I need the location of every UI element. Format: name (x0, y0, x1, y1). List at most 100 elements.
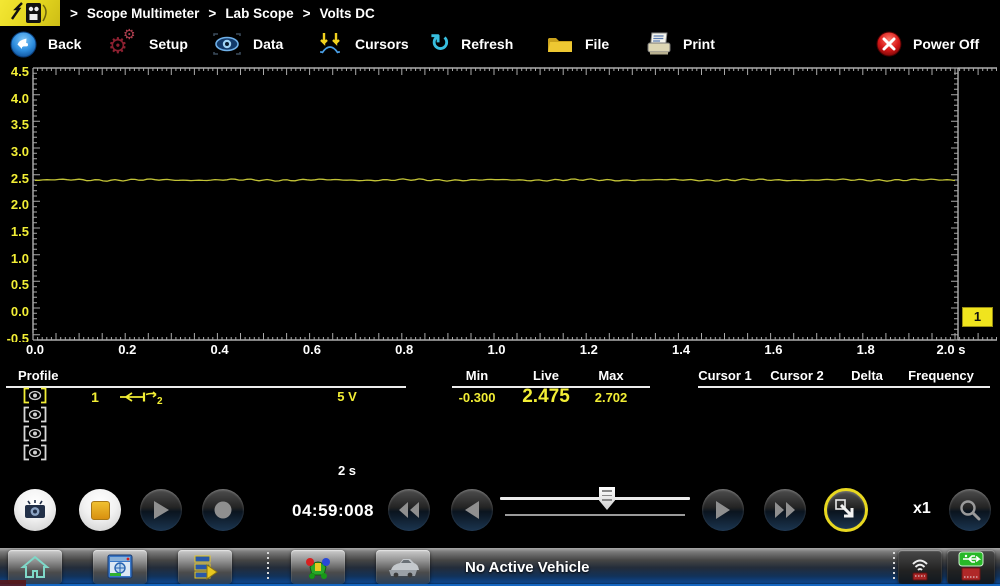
file-button[interactable]: File (546, 26, 609, 62)
camera-icon (22, 499, 48, 521)
refresh-label: Refresh (461, 36, 513, 52)
x-axis-tick-label: 1.4 (672, 342, 690, 357)
usb-device-status[interactable] (947, 550, 995, 584)
breadcrumb-item-lab-scope[interactable]: Lab Scope (225, 6, 293, 21)
y-axis-tick-label: -0.5 (0, 330, 29, 342)
scanner-data-button[interactable] (178, 550, 232, 584)
x-axis-tick-label: 0.8 (395, 342, 413, 357)
cursor1-header: Cursor 1 (698, 368, 751, 383)
position-slider-lower-track[interactable] (505, 514, 685, 516)
step-back-button[interactable] (451, 489, 493, 531)
header-bar: > Scope Multimeter > Lab Scope > Volts D… (0, 0, 1000, 26)
setup-button[interactable]: ⚙ ⚙ Setup (110, 26, 188, 62)
record-button[interactable] (202, 489, 244, 531)
home-button[interactable] (8, 550, 62, 584)
record-icon (213, 500, 233, 520)
min-header: Min (466, 368, 488, 383)
usb-icon (955, 551, 987, 583)
play-button[interactable] (140, 489, 182, 531)
y-axis-tick-label: 0.5 (0, 276, 29, 294)
scope-multimeter-screen: { "colors": { "accent_yellow": "#f2ee35"… (0, 0, 1000, 586)
x-axis-tick-label: 1.6 (764, 342, 782, 357)
zoom-button[interactable] (949, 489, 991, 531)
back-button[interactable]: Back (10, 26, 81, 62)
wifi-device-status[interactable] (898, 550, 942, 584)
frequency-header: Frequency (908, 368, 974, 383)
channel-visibility-column (22, 387, 48, 461)
channel-4-visibility-toggle[interactable] (22, 444, 48, 461)
refresh-icon: ↻ (430, 32, 450, 56)
active-vehicle-status: No Active Vehicle (465, 548, 590, 586)
data-button[interactable]: Data (212, 26, 283, 62)
vehicle-button[interactable] (376, 550, 430, 584)
scope-plot-area[interactable]: 4.54.03.53.02.52.01.51.00.50.0-0.5 1 (0, 62, 1000, 342)
y-axis-tick-label: 3.0 (0, 143, 29, 161)
setup-label: Setup (149, 36, 188, 52)
step-forward-button[interactable] (702, 489, 744, 531)
profile-header: Profile (18, 368, 58, 383)
y-axis-tick-label: 0.0 (0, 303, 29, 321)
y-axis-tick-label: 2.0 (0, 196, 29, 214)
expand-view-button[interactable] (824, 488, 868, 532)
browser-icon (105, 553, 135, 581)
eye-data-icon (212, 33, 242, 55)
delta-header: Delta (851, 368, 883, 383)
x-axis-tick-label: 0.4 (211, 342, 229, 357)
vehicle-connection-icon (302, 553, 334, 581)
position-slider-handle[interactable] (599, 487, 615, 510)
channel-3-visibility-toggle[interactable] (22, 425, 48, 442)
cursors-button[interactable]: Cursors (316, 26, 409, 62)
browser-button[interactable] (93, 550, 147, 584)
stop-icon (91, 501, 110, 520)
channel-2-visibility-toggle[interactable] (22, 406, 48, 423)
snapshot-button[interactable] (14, 489, 56, 531)
breadcrumb-separator: > (208, 6, 216, 21)
test-probe-icon[interactable]: 2 (118, 388, 166, 406)
print-label: Print (683, 36, 715, 52)
y-axis-tick-label: 1.0 (0, 250, 29, 268)
max-header: Max (598, 368, 623, 383)
play-icon (152, 500, 170, 520)
refresh-button[interactable]: ↻ Refresh (430, 26, 513, 62)
breadcrumb: > Scope Multimeter > Lab Scope > Volts D… (70, 0, 375, 26)
eye-bracket-icon (22, 444, 48, 461)
vehicle-connection-button[interactable] (291, 550, 345, 584)
system-taskbar: No Active Vehicle (0, 548, 1000, 586)
x-axis-tick-label: 0.2 (118, 342, 136, 357)
y-axis-tick-label: 2.5 (0, 170, 29, 188)
step-forward-icon (715, 500, 731, 520)
stop-button[interactable] (79, 489, 121, 531)
cursor2-header: Cursor 2 (770, 368, 823, 383)
breadcrumb-separator: > (70, 6, 78, 21)
x-axis-labels: 0.00.20.40.60.81.01.21.41.61.82.0 s (0, 342, 1000, 358)
y-axis-tick-label: 4.0 (0, 90, 29, 108)
x-axis-tick-label: 2.0 s (937, 342, 966, 357)
breadcrumb-item-volts-dc[interactable]: Volts DC (319, 6, 374, 21)
svg-text:2: 2 (157, 396, 163, 406)
fast-forward-button[interactable] (764, 489, 806, 531)
cursors-label: Cursors (355, 36, 409, 52)
power-off-button[interactable]: Power Off (876, 26, 979, 62)
scanner-icon (190, 553, 220, 581)
eye-bracket-icon (22, 387, 48, 404)
eye-bracket-icon (22, 425, 48, 442)
y-axis-tick-label: 3.5 (0, 116, 29, 134)
position-slider-track[interactable] (500, 497, 690, 500)
playback-time: 04:59:008 (292, 501, 374, 521)
expand-arrow-icon (835, 499, 857, 521)
file-label: File (585, 36, 609, 52)
breadcrumb-item-scope-multimeter[interactable]: Scope Multimeter (87, 6, 200, 21)
vehicle-icon (387, 554, 419, 580)
taskbar-separator (267, 552, 269, 582)
channel-1-ground-marker[interactable]: 1 (962, 307, 993, 327)
taskbar-separator (893, 552, 895, 582)
print-button[interactable]: Print (646, 26, 715, 62)
channel-1-trace (35, 179, 955, 181)
channel-1-visibility-toggle[interactable] (22, 387, 48, 404)
breadcrumb-separator: > (303, 6, 311, 21)
fast-forward-icon (773, 501, 797, 519)
x-axis-tick-label: 1.0 (487, 342, 505, 357)
y-axis-tick-label: 4.5 (0, 63, 29, 81)
rewind-button[interactable] (388, 489, 430, 531)
step-back-icon (464, 500, 480, 520)
